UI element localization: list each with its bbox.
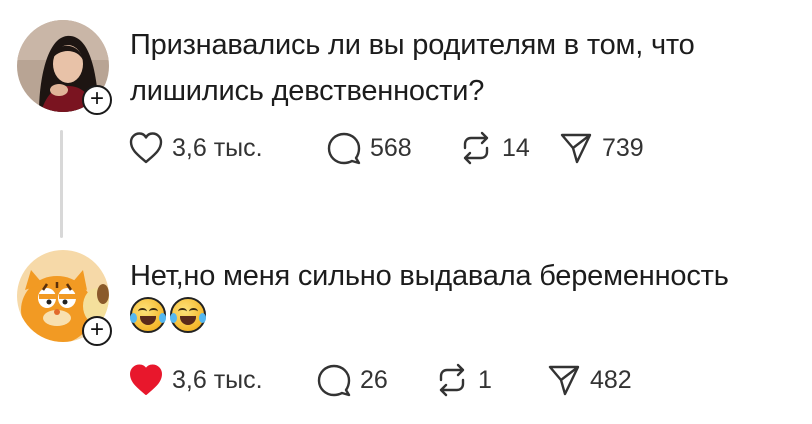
comment-bubble-icon: [317, 364, 351, 397]
repost-button[interactable]: 1: [434, 363, 546, 397]
follow-button[interactable]: +: [82, 316, 112, 346]
plus-icon: +: [89, 85, 104, 112]
like-count: 3,6 тыс.: [172, 365, 263, 394]
repost-count: 14: [502, 133, 530, 162]
post-text-line: Признавались ли вы родителям в том, что: [130, 29, 695, 61]
repost-count: 1: [478, 365, 492, 394]
emoji-row: [130, 297, 206, 333]
repost-icon: [439, 363, 465, 397]
post: + Признавались ли вы родителям в том, чт…: [0, 0, 812, 238]
follow-button[interactable]: +: [82, 85, 112, 115]
post-text-line: лишились девственности?: [130, 75, 485, 107]
post-text: Признавались ли вы родителям в том, что …: [130, 22, 790, 114]
send-icon: [548, 365, 580, 396]
like-button[interactable]: 3,6 тыс.: [128, 363, 316, 397]
like-button[interactable]: 3,6 тыс.: [128, 131, 326, 165]
comment-count: 568: [370, 133, 412, 162]
thread-connector-line: [60, 130, 63, 238]
repost-button[interactable]: 14: [458, 131, 558, 165]
heart-filled-icon: [130, 364, 162, 395]
like-count: 3,6 тыс.: [172, 133, 263, 162]
share-count: 739: [602, 133, 644, 162]
action-bar: 3,6 тыс. 26 1 482: [128, 360, 632, 400]
comment-button[interactable]: 26: [316, 363, 434, 397]
post: + Нет,но меня сильно выдавала беременнос…: [0, 236, 812, 424]
share-button[interactable]: 739: [558, 131, 644, 165]
laughing-tears-emoji-icon: [170, 297, 206, 333]
comment-bubble-icon: [327, 132, 361, 165]
plus-icon: +: [89, 316, 104, 343]
share-button[interactable]: 482: [546, 363, 632, 397]
post-text-line: Нет,но меня сильно выдавала беременность: [130, 260, 729, 292]
heart-icon: [129, 132, 163, 164]
send-icon: [560, 133, 592, 164]
post-text: Нет,но меня сильно выдавала беременность: [130, 253, 810, 299]
repost-icon: [463, 131, 489, 165]
comment-button[interactable]: 568: [326, 131, 458, 165]
comment-count: 26: [360, 365, 388, 394]
share-count: 482: [590, 365, 632, 394]
action-bar: 3,6 тыс. 568 14 739: [128, 128, 644, 168]
laughing-tears-emoji-icon: [130, 297, 166, 333]
